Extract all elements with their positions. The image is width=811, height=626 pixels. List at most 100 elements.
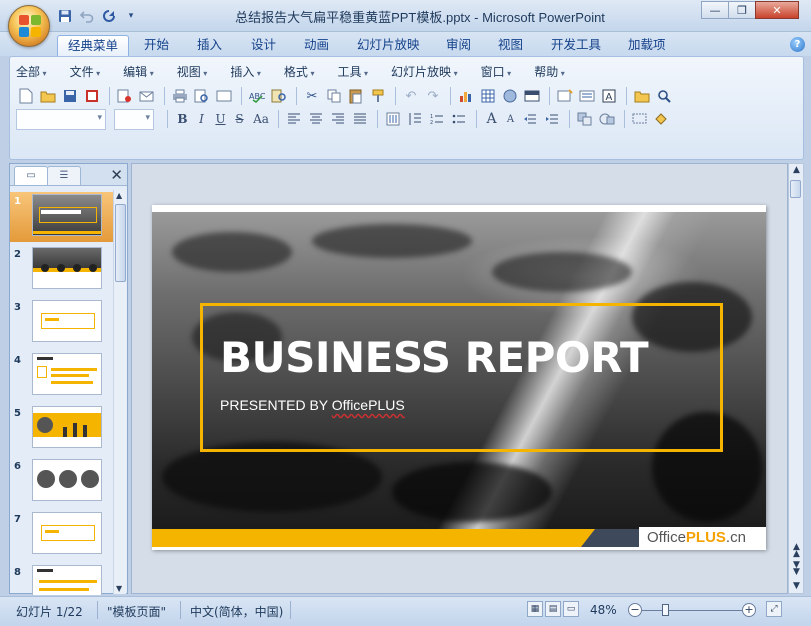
- scroll-up-icon[interactable]: ▲: [791, 165, 802, 175]
- menu-tools[interactable]: 工具: [337, 63, 368, 81]
- menu-file[interactable]: 文件: [70, 63, 101, 81]
- tab-view[interactable]: 视图: [488, 35, 533, 56]
- change-case-button[interactable]: Aa: [249, 110, 273, 129]
- clipart-icon[interactable]: [500, 86, 520, 106]
- copy-icon[interactable]: [324, 86, 344, 106]
- next-slide-icon[interactable]: ▼ ▼: [791, 561, 802, 577]
- slide-thumbnail[interactable]: 1: [10, 192, 114, 242]
- redo-icon[interactable]: ↷: [423, 86, 443, 106]
- folder-icon[interactable]: [632, 86, 652, 106]
- shrink-font-button[interactable]: A: [501, 110, 520, 129]
- format-painter-icon[interactable]: [368, 86, 388, 106]
- scrollbar-thumb[interactable]: [115, 204, 126, 282]
- slide-subtitle[interactable]: PRESENTED BY OfficePLUS: [220, 397, 405, 413]
- slide-sorter-icon[interactable]: ▤: [545, 601, 561, 617]
- menu-slideshow[interactable]: 幻灯片放映: [391, 63, 458, 81]
- slide-thumbnail[interactable]: 5: [10, 404, 114, 454]
- bullets-icon[interactable]: [449, 109, 469, 129]
- research-icon[interactable]: [269, 86, 289, 106]
- menu-all[interactable]: 全部: [16, 63, 47, 81]
- slide-thumbnail[interactable]: 2: [10, 245, 114, 295]
- align-center-icon[interactable]: [306, 109, 326, 129]
- cut-icon[interactable]: ✂: [302, 86, 322, 106]
- spelling-icon[interactable]: ABC: [247, 86, 267, 106]
- language-indicator[interactable]: 中文(简体，中国): [190, 603, 283, 620]
- scroll-up-icon[interactable]: ▲: [116, 191, 122, 200]
- tab-classic-menu[interactable]: 经典菜单: [57, 35, 130, 56]
- restore-button[interactable]: ❐: [728, 1, 756, 19]
- justify-icon[interactable]: [350, 109, 370, 129]
- paste-icon[interactable]: [346, 86, 366, 106]
- shapes-icon[interactable]: [597, 109, 617, 129]
- grow-font-button[interactable]: A: [482, 110, 501, 129]
- line-spacing-icon[interactable]: [405, 109, 425, 129]
- menu-format[interactable]: 格式: [284, 63, 315, 81]
- scroll-down-icon[interactable]: ▼: [116, 584, 122, 593]
- bold-button[interactable]: B: [173, 110, 192, 129]
- text-direction-icon[interactable]: [383, 109, 403, 129]
- menu-help[interactable]: 帮助: [534, 63, 565, 81]
- scrollbar-thumb[interactable]: [790, 180, 801, 198]
- font-name-combo[interactable]: [16, 108, 106, 130]
- underline-button[interactable]: U: [211, 110, 230, 129]
- redo-icon[interactable]: [100, 7, 118, 25]
- new-slide-icon[interactable]: [555, 86, 575, 106]
- slide-thumbnail[interactable]: 8: [10, 563, 114, 595]
- scroll-down-icon[interactable]: ▼: [791, 581, 802, 591]
- slide-title[interactable]: BUSINESS REPORT: [220, 333, 649, 382]
- pane-close-icon[interactable]: ✕: [110, 166, 123, 184]
- shape-outline-icon[interactable]: [630, 109, 650, 129]
- slide-thumbnail[interactable]: 4: [10, 351, 114, 401]
- zoom-slider[interactable]: − +: [628, 603, 758, 619]
- normal-view-icon[interactable]: ▦: [527, 601, 543, 617]
- find-icon[interactable]: [654, 86, 674, 106]
- print-preview-icon[interactable]: [192, 86, 212, 106]
- fit-to-window-icon[interactable]: ⤢: [766, 601, 782, 617]
- zoom-knob[interactable]: [662, 604, 669, 616]
- menu-view[interactable]: 视图: [177, 63, 208, 81]
- save-icon[interactable]: [60, 86, 80, 106]
- open-folder-icon[interactable]: [38, 86, 58, 106]
- text-box-icon[interactable]: A: [599, 86, 619, 106]
- tab-outline[interactable]: ☰: [47, 166, 81, 185]
- shape-fill-icon[interactable]: [652, 109, 672, 129]
- italic-button[interactable]: I: [192, 110, 211, 129]
- menu-insert[interactable]: 插入: [230, 63, 261, 81]
- arrange-icon[interactable]: [575, 109, 595, 129]
- tab-slides[interactable]: ▭: [14, 166, 48, 185]
- previous-slide-icon[interactable]: ▲ ▲: [791, 543, 802, 559]
- align-left-icon[interactable]: [284, 109, 304, 129]
- font-size-combo[interactable]: [114, 108, 154, 130]
- print-icon[interactable]: [170, 86, 190, 106]
- slide-canvas[interactable]: BUSINESS REPORT PRESENTED BY OfficePLUS …: [152, 205, 766, 550]
- menu-window[interactable]: 窗口: [481, 63, 512, 81]
- slide-scrollbar[interactable]: ▲ ▲ ▲ ▼ ▼ ▼: [788, 163, 804, 594]
- undo-icon[interactable]: [78, 7, 96, 25]
- align-right-icon[interactable]: [328, 109, 348, 129]
- strikethrough-button[interactable]: S: [230, 110, 249, 129]
- tab-animations[interactable]: 动画: [294, 35, 339, 56]
- close-button[interactable]: ✕: [755, 1, 799, 19]
- tab-design[interactable]: 设计: [241, 35, 286, 56]
- tab-review[interactable]: 审阅: [436, 35, 481, 56]
- new-document-icon[interactable]: [16, 86, 36, 106]
- insert-table-icon[interactable]: [478, 86, 498, 106]
- layout-icon[interactable]: [577, 86, 597, 106]
- thumbnails-scrollbar[interactable]: ▲ ▼: [113, 190, 126, 594]
- permission-icon[interactable]: [115, 86, 135, 106]
- numbering-icon[interactable]: 12: [427, 109, 447, 129]
- email-icon[interactable]: [137, 86, 157, 106]
- menu-edit[interactable]: 编辑: [123, 63, 154, 81]
- tab-slideshow[interactable]: 幻灯片放映: [347, 35, 430, 56]
- help-icon[interactable]: ?: [790, 37, 805, 52]
- slide-thumbnail[interactable]: 7: [10, 510, 114, 560]
- tab-addins[interactable]: 加载项: [618, 35, 676, 56]
- zoom-out-icon[interactable]: −: [628, 603, 642, 617]
- save-as-pdf-icon[interactable]: [82, 86, 102, 106]
- tab-developer[interactable]: 开发工具: [541, 35, 611, 56]
- minimize-button[interactable]: —: [701, 1, 729, 19]
- office-button[interactable]: [8, 5, 50, 47]
- tab-home[interactable]: 开始: [134, 35, 179, 56]
- slide-design-icon[interactable]: [522, 86, 542, 106]
- tab-insert[interactable]: 插入: [187, 35, 232, 56]
